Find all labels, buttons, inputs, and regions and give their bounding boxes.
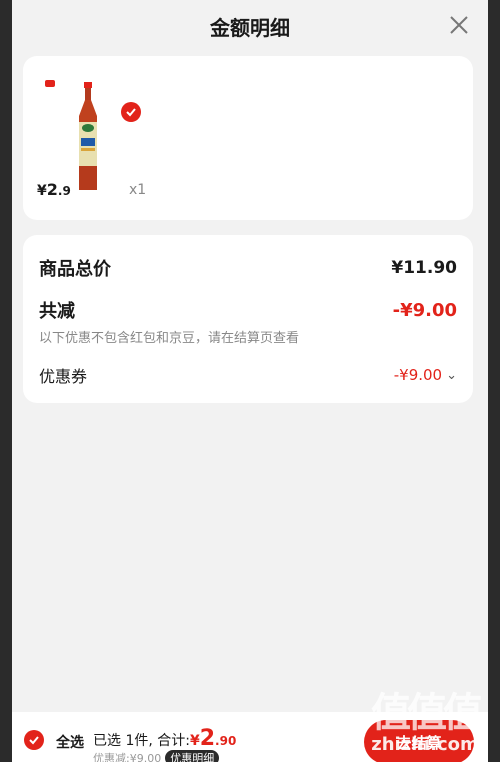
checkout-button[interactable]: 去结算 bbox=[364, 720, 474, 762]
total-reduce-row: 共减 -¥9.00 bbox=[39, 297, 457, 323]
reduce-note: 以下优惠不包含红包和京豆，请在结算页查看 bbox=[39, 331, 300, 346]
selected-summary: 已选 1件, 合计:¥2.90 bbox=[93, 726, 236, 751]
amount-detail-sheet: 金额明细 ¥2.9 x1 商品总价 ¥11.90 共减 -¥9.00 以下优惠不… bbox=[12, 0, 488, 712]
total-price-row: 商品总价 ¥11.90 bbox=[39, 255, 457, 281]
select-all-check-icon[interactable] bbox=[24, 730, 44, 750]
product-image bbox=[79, 82, 97, 190]
selected-count-text: 已选 1件, 合计: bbox=[93, 733, 190, 749]
discount-detail-button[interactable]: 优惠明细 bbox=[165, 750, 220, 762]
bottom-reduce-text: 优惠减:¥9.00 bbox=[93, 752, 162, 762]
close-icon[interactable] bbox=[448, 14, 470, 36]
coupon-amount: -¥9.00 bbox=[393, 366, 443, 384]
coupon-label: 优惠券 bbox=[39, 367, 88, 386]
product-price: ¥2.9 bbox=[37, 180, 71, 199]
product-card: ¥2.9 x1 bbox=[23, 56, 473, 220]
summary-card: 商品总价 ¥11.90 共减 -¥9.00 以下优惠不包含红包和京豆，请在结算页… bbox=[23, 235, 473, 403]
total-price-value: ¥11.90 bbox=[391, 258, 457, 278]
product-quantity: x1 bbox=[129, 182, 147, 198]
total-reduce-label: 共减 bbox=[39, 301, 75, 322]
sheet-header: 金额明细 bbox=[12, 0, 488, 52]
bottom-total: ¥2.90 bbox=[189, 726, 237, 751]
bottom-reduce-line: 优惠减:¥9.00 优惠明细 bbox=[93, 750, 220, 762]
sheet-title: 金额明细 bbox=[210, 15, 290, 40]
total-reduce-value: -¥9.00 bbox=[392, 299, 457, 321]
bottom-bar: 全选 已选 1件, 合计:¥2.90 优惠减:¥9.00 优惠明细 去结算 bbox=[12, 712, 488, 762]
select-all-label[interactable]: 全选 bbox=[56, 732, 84, 752]
product-tag-icon bbox=[45, 80, 55, 87]
product-check-icon[interactable] bbox=[121, 102, 141, 122]
total-price-label: 商品总价 bbox=[39, 259, 111, 280]
coupon-value[interactable]: -¥9.00 ⌄ bbox=[394, 366, 457, 384]
coupon-row[interactable]: 优惠券 -¥9.00 ⌄ bbox=[39, 363, 457, 387]
chevron-down-icon[interactable]: ⌄ bbox=[446, 368, 457, 383]
